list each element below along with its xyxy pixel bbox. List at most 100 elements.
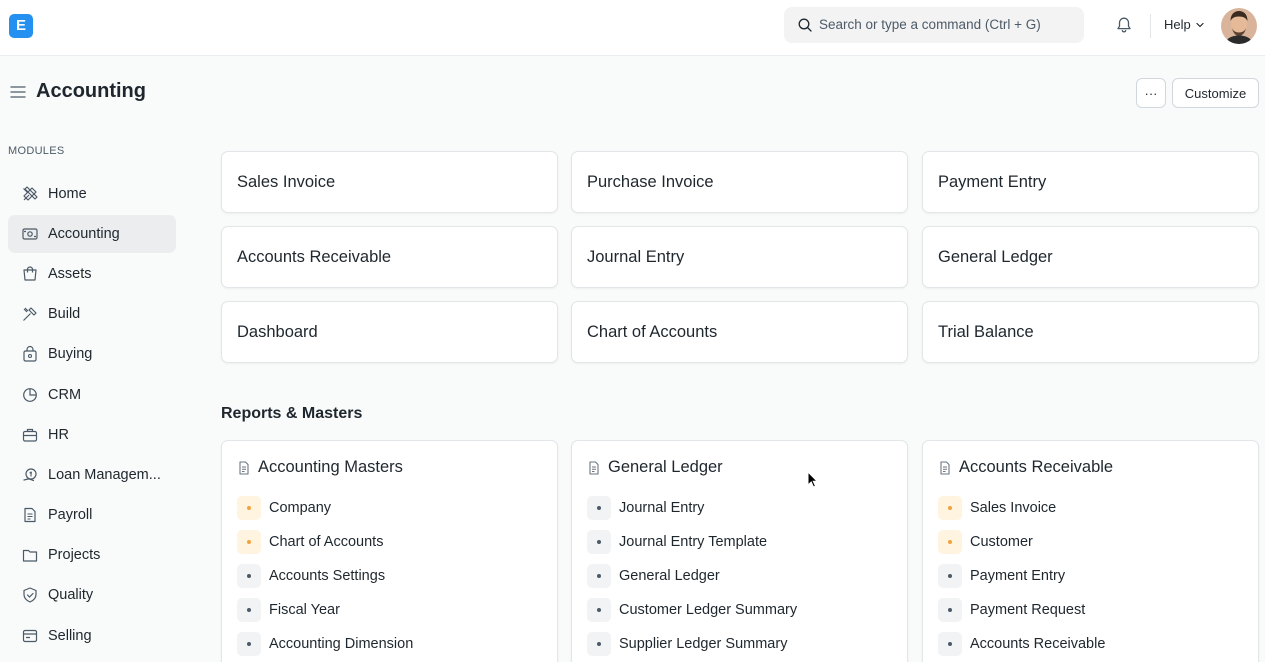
link-item[interactable]: Chart of Accounts bbox=[237, 530, 383, 554]
search-placeholder: Search or type a command (Ctrl + G) bbox=[819, 17, 1041, 32]
shortcut-chart-of-accounts[interactable]: Chart of Accounts bbox=[571, 301, 908, 363]
sidebar-item-label: Assets bbox=[48, 266, 92, 282]
sidebar-item-label: HR bbox=[48, 427, 69, 443]
buying-icon bbox=[21, 345, 39, 363]
sidebar-toggle-icon[interactable] bbox=[10, 84, 26, 100]
link-item[interactable]: Customer Ledger Summary bbox=[587, 598, 797, 622]
link-item[interactable]: Journal Entry bbox=[587, 496, 704, 520]
link-label: Journal Entry bbox=[619, 500, 705, 516]
assets-icon bbox=[21, 265, 39, 283]
navbar-divider bbox=[1150, 14, 1151, 38]
sidebar-item-hr[interactable]: HR bbox=[8, 416, 176, 454]
document-icon bbox=[940, 460, 950, 475]
link-label: Payment Request bbox=[970, 602, 1086, 618]
link-item[interactable]: Accounting Dimension bbox=[237, 632, 413, 656]
link-item[interactable]: Fiscal Year bbox=[237, 598, 340, 622]
sidebar-item-label: Loan Managem... bbox=[48, 467, 161, 483]
loan-icon bbox=[21, 466, 39, 484]
app-logo[interactable]: E bbox=[9, 14, 33, 38]
sidebar-item-label: Build bbox=[48, 306, 81, 322]
link-label: Payment Entry bbox=[970, 568, 1066, 584]
user-avatar[interactable] bbox=[1221, 8, 1257, 44]
shortcut-accounts-receivable[interactable]: Accounts Receivable bbox=[221, 226, 558, 288]
quality-icon bbox=[21, 586, 39, 604]
sidebar-item-selling[interactable]: Selling bbox=[8, 617, 176, 655]
shortcut-label: Payment Entry bbox=[938, 172, 1047, 191]
link-label: Fiscal Year bbox=[269, 602, 340, 618]
shortcut-label: Accounts Receivable bbox=[237, 247, 392, 266]
sidebar-item-quality[interactable]: Quality bbox=[8, 576, 176, 614]
card-title: Accounts Receivable bbox=[959, 458, 1114, 476]
shortcut-journal-entry[interactable]: Journal Entry bbox=[571, 226, 908, 288]
link-bullet bbox=[938, 564, 962, 588]
link-item[interactable]: Company bbox=[237, 496, 331, 520]
link-item[interactable]: Payment Request bbox=[938, 598, 1085, 622]
shortcut-purchase-invoice[interactable]: Purchase Invoice bbox=[571, 151, 908, 213]
customize-button[interactable]: Customize bbox=[1172, 78, 1259, 108]
link-label: Accounting Dimension bbox=[269, 636, 414, 652]
shortcut-payment-entry[interactable]: Payment Entry bbox=[922, 151, 1259, 213]
link-bullet bbox=[237, 496, 261, 520]
shortcut-dashboard[interactable]: Dashboard bbox=[221, 301, 558, 363]
navbar: E Search or type a command (Ctrl + G) He… bbox=[0, 0, 1265, 56]
link-bullet bbox=[587, 530, 611, 554]
link-bullet bbox=[938, 530, 962, 554]
link-item[interactable]: Supplier Ledger Summary bbox=[587, 632, 787, 656]
link-label: Accounts Settings bbox=[269, 568, 386, 584]
shortcut-label: Trial Balance bbox=[938, 322, 1034, 341]
link-bullet bbox=[237, 598, 261, 622]
sidebar-item-home[interactable]: Home bbox=[8, 175, 176, 213]
document-icon bbox=[589, 460, 599, 475]
search-bar[interactable]: Search or type a command (Ctrl + G) bbox=[784, 7, 1084, 43]
link-bullet bbox=[938, 496, 962, 520]
link-bullet bbox=[237, 632, 261, 656]
sidebar-item-build[interactable]: Build bbox=[8, 295, 176, 333]
link-item[interactable]: Customer bbox=[938, 530, 1033, 554]
link-item[interactable]: Payment Entry bbox=[938, 564, 1065, 588]
shortcut-label: General Ledger bbox=[938, 247, 1053, 266]
sidebar-item-label: Projects bbox=[48, 547, 101, 563]
sidebar-item-payroll[interactable]: Payroll bbox=[8, 496, 176, 534]
sidebar-item-buying[interactable]: Buying bbox=[8, 335, 176, 373]
payroll-icon bbox=[21, 506, 39, 524]
link-bullet bbox=[587, 598, 611, 622]
chevron-down-icon bbox=[1196, 22, 1204, 27]
sidebar-item-label: Buying bbox=[48, 346, 93, 362]
link-item[interactable]: Accounts Settings bbox=[237, 564, 385, 588]
more-actions-button[interactable]: ··· bbox=[1136, 78, 1166, 108]
link-label: Supplier Ledger Summary bbox=[619, 636, 788, 652]
sidebar-item-label: Accounting bbox=[48, 226, 120, 242]
shortcut-general-ledger[interactable]: General Ledger bbox=[922, 226, 1259, 288]
help-dropdown[interactable]: Help bbox=[1164, 17, 1205, 32]
link-item[interactable]: Accounts Receivable bbox=[938, 632, 1105, 656]
sidebar-item-loan-management[interactable]: Loan Managem... bbox=[8, 456, 176, 494]
link-item[interactable]: Journal Entry Template bbox=[587, 530, 767, 554]
avatar-image bbox=[1221, 8, 1257, 44]
link-bullet bbox=[587, 496, 611, 520]
link-item[interactable]: General Ledger bbox=[587, 564, 720, 588]
sidebar-item-projects[interactable]: Projects bbox=[8, 536, 176, 574]
link-bullet bbox=[237, 564, 261, 588]
sidebar-item-label: CRM bbox=[48, 387, 82, 403]
sidebar-item-crm[interactable]: CRM bbox=[8, 376, 176, 414]
page-title: Accounting bbox=[36, 80, 146, 102]
shortcut-label: Journal Entry bbox=[587, 247, 685, 266]
sidebar-item-label: Payroll bbox=[48, 507, 93, 523]
help-label: Help bbox=[1164, 17, 1191, 32]
mouse-cursor-icon bbox=[807, 471, 819, 488]
sidebar-section-label: MODULES bbox=[8, 145, 65, 157]
build-icon bbox=[21, 305, 39, 323]
notification-bell-icon[interactable] bbox=[1115, 16, 1133, 34]
shortcut-label: Sales Invoice bbox=[237, 172, 336, 191]
sidebar-item-label: Selling bbox=[48, 628, 92, 644]
shortcut-label: Purchase Invoice bbox=[587, 172, 714, 191]
shortcut-trial-balance[interactable]: Trial Balance bbox=[922, 301, 1259, 363]
link-item[interactable]: Sales Invoice bbox=[938, 496, 1056, 520]
shortcut-sales-invoice[interactable]: Sales Invoice bbox=[221, 151, 558, 213]
card-title: Accounting Masters bbox=[258, 458, 403, 476]
link-label: Journal Entry Template bbox=[619, 534, 768, 550]
card-header: Accounting Masters bbox=[237, 458, 403, 477]
sidebar-item-assets[interactable]: Assets bbox=[8, 255, 176, 293]
sidebar-item-accounting[interactable]: Accounting bbox=[8, 215, 176, 253]
link-label: Customer Ledger Summary bbox=[619, 602, 798, 618]
